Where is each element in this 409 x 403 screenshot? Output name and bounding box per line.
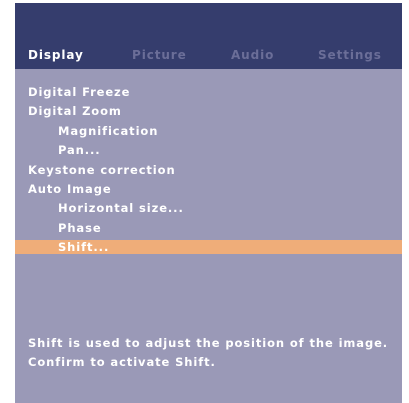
menu-item-horizontal-size[interactable]: Horizontal size...	[15, 199, 402, 218]
tab-display[interactable]: Display	[28, 47, 84, 63]
menu-item-phase[interactable]: Phase	[15, 219, 402, 238]
menu-item-keystone-correction[interactable]: Keystone correction	[15, 161, 402, 180]
menu-list: Digital Freeze Digital Zoom Magnificatio…	[15, 83, 402, 255]
help-text: Shift is used to adjust the position of …	[28, 334, 398, 371]
menu-item-pan[interactable]: Pan...	[15, 141, 402, 160]
menu-item-shift-selected[interactable]: Shift...	[15, 240, 402, 255]
tab-bar: Display Picture Audio Settings	[15, 47, 402, 63]
menu-item-auto-image[interactable]: Auto Image	[15, 180, 402, 199]
osd-menu-panel: Display Picture Audio Settings Digital F…	[15, 3, 402, 403]
tab-audio[interactable]: Audio	[231, 47, 274, 63]
help-text-line-1: Shift is used to adjust the position of …	[28, 336, 389, 350]
help-text-line-2: Confirm to activate Shift.	[28, 354, 216, 369]
tab-settings[interactable]: Settings	[318, 47, 382, 63]
tab-picture[interactable]: Picture	[132, 47, 187, 63]
menu-item-magnification[interactable]: Magnification	[15, 122, 402, 141]
menu-header-bar: Display Picture Audio Settings	[15, 3, 402, 69]
menu-item-digital-freeze[interactable]: Digital Freeze	[15, 83, 402, 102]
menu-item-digital-zoom[interactable]: Digital Zoom	[15, 102, 402, 121]
